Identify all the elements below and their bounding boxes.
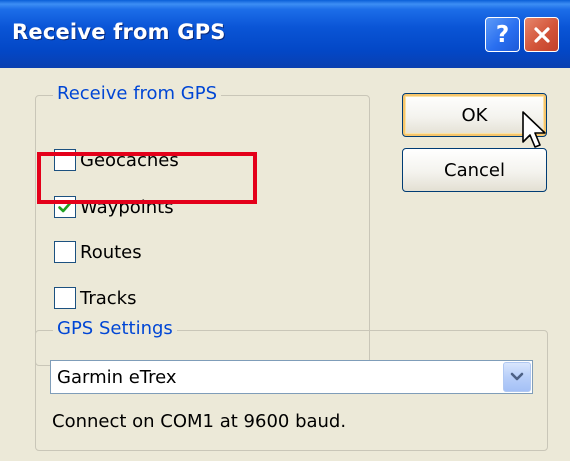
question-mark-icon: ?: [495, 21, 510, 48]
close-button[interactable]: [524, 17, 559, 52]
title-bar[interactable]: Receive from GPS ?: [0, 0, 570, 68]
receive-from-gps-dialog: Receive from GPS ? Receive from GPS Geoc…: [0, 0, 570, 461]
checkbox-box[interactable]: [54, 149, 76, 171]
gps-device-dropdown[interactable]: Garmin eTrex: [50, 360, 533, 394]
chevron-down-icon: [510, 372, 524, 381]
checkbox-waypoints[interactable]: Waypoints: [54, 194, 174, 220]
checkbox-label: Tracks: [80, 287, 137, 309]
help-button[interactable]: ?: [485, 17, 520, 52]
cancel-button[interactable]: Cancel: [402, 148, 547, 192]
dialog-client-area: Receive from GPS Geocaches Waypoints Rou…: [0, 68, 570, 461]
checkbox-box[interactable]: [54, 287, 76, 309]
checkbox-box[interactable]: [54, 241, 76, 263]
checkbox-box-checked[interactable]: [54, 196, 76, 218]
checkbox-tracks[interactable]: Tracks: [54, 285, 136, 311]
checkmark-icon: [58, 201, 72, 213]
mouse-pointer-icon: [522, 111, 546, 148]
gps-settings-group: GPS Settings Garmin eTrex Connect on COM…: [35, 318, 548, 451]
dropdown-arrow-button[interactable]: [503, 362, 531, 392]
gps-device-selected: Garmin eTrex: [57, 367, 177, 388]
gps-settings-label: GPS Settings: [53, 318, 177, 339]
checkbox-label: Waypoints: [80, 196, 174, 218]
checkbox-routes[interactable]: Routes: [54, 239, 142, 265]
receive-group-label: Receive from GPS: [53, 83, 222, 104]
connection-status-text: Connect on COM1 at 9600 baud.: [52, 411, 347, 432]
checkbox-label: Geocaches: [80, 149, 179, 171]
checkbox-geocaches[interactable]: Geocaches: [54, 147, 179, 173]
window-title: Receive from GPS: [12, 20, 226, 44]
checkbox-label: Routes: [80, 241, 142, 263]
close-x-icon: [533, 26, 550, 43]
